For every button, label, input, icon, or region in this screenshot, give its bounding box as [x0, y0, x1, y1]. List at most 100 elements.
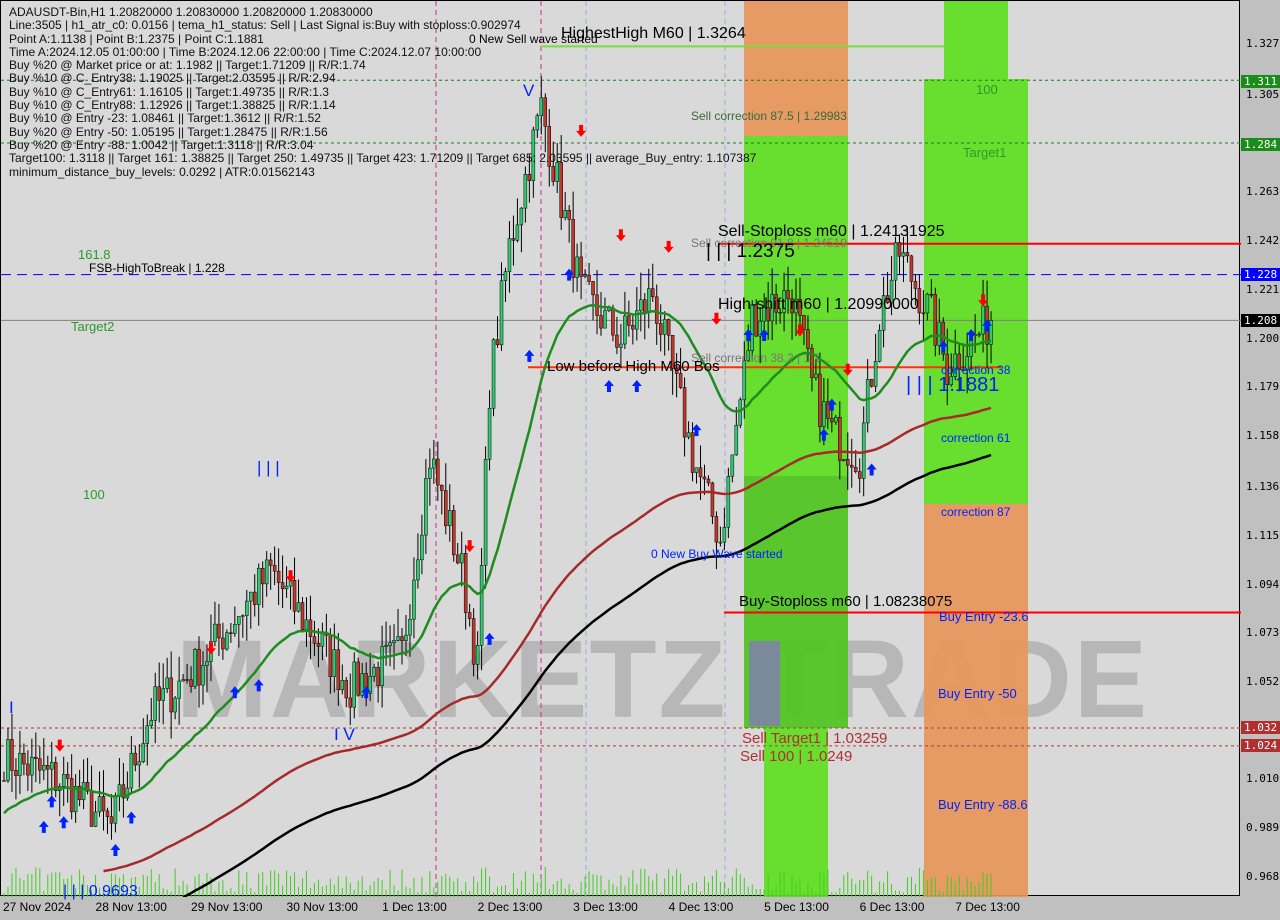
candle-body [479, 565, 484, 646]
candle-body [611, 307, 615, 336]
buy-entry-886-label: Buy Entry -88.6 [938, 797, 1028, 812]
buy-arrow-icon [110, 844, 121, 857]
candle-body [730, 454, 735, 477]
candle-body [416, 559, 420, 581]
candle-body [245, 600, 249, 616]
price-tick-label: 1.305 [1246, 88, 1280, 102]
candle-body [352, 661, 356, 708]
candle-body [81, 782, 86, 801]
price-tick-label: 1.073 [1246, 626, 1280, 640]
correction-38-label: correction 38 [941, 363, 1011, 377]
candle-body [599, 315, 603, 329]
date-tick-label: 30 Nov 13:00 [286, 900, 358, 914]
sell-arrow-icon [711, 312, 722, 325]
price-marker-label: 1.311 [1241, 75, 1280, 89]
price-tick-label: 1.200 [1246, 331, 1280, 345]
candle-body [623, 315, 627, 345]
candle-body [905, 252, 910, 257]
candle-body [34, 756, 38, 759]
wave-iv-label: I V [334, 725, 355, 744]
candle-body [22, 752, 26, 765]
chart-plot-area[interactable]: MARKETZ TRADE ADAUSDT-Bin,H1 1.20820000 … [0, 0, 1241, 900]
info-line: minimum_distance_buy_levels: 0.0292 | AT… [9, 164, 315, 179]
candle-body [260, 567, 265, 585]
candle-body [424, 478, 428, 536]
candle-body [252, 591, 257, 605]
candle-body [93, 811, 98, 827]
date-tick-label: 6 Dec 13:00 [859, 900, 925, 914]
candle-body [662, 319, 667, 335]
buy-stoploss-label: Buy-Stoploss m60 | 1.08238075 [739, 593, 953, 610]
candle-body [849, 464, 854, 468]
candle-body [523, 174, 528, 209]
candle-body [726, 476, 731, 528]
candle-body [654, 296, 659, 324]
wave-iii-label: | | | [257, 458, 280, 477]
candle-body [579, 256, 583, 277]
candle-body [444, 490, 448, 527]
candle-body [113, 795, 118, 824]
candle-body [181, 679, 185, 682]
candle-body [408, 618, 412, 636]
candle-body [101, 796, 106, 812]
candle-body [197, 649, 201, 686]
correction-87-label: correction 87 [941, 505, 1011, 519]
left-100-label: 100 [83, 487, 105, 502]
price-tick-label: 1.094 [1246, 577, 1280, 591]
candle-body [173, 697, 177, 713]
candle-body [189, 679, 193, 687]
sell-arrow-icon [663, 240, 674, 253]
price-tick-label: 0.968 [1246, 869, 1280, 883]
wave-v-label: V [523, 81, 535, 100]
candle-body [376, 667, 380, 686]
target1-label: Target1 [963, 145, 1007, 160]
candle-body [328, 635, 333, 677]
candle-body [97, 796, 102, 813]
candle-body [682, 387, 687, 438]
candle-body [10, 739, 14, 771]
info-line: Buy %20 @ Entry -50: 1.05195 || Target:1… [9, 124, 328, 139]
candle-body [738, 399, 743, 426]
buy-arrow-icon [631, 380, 642, 393]
symbol-header: ADAUSDT-Bin,H1 1.20820000 1.20830000 1.2… [9, 5, 373, 19]
candle-body [818, 373, 822, 427]
zone-100-label: 100 [976, 82, 998, 97]
candle-body [869, 379, 874, 387]
candle-body [6, 739, 10, 781]
candle-body [396, 636, 400, 641]
candle-body [348, 697, 353, 708]
candle-body [507, 238, 512, 272]
candle-body [491, 339, 496, 409]
buy-arrow-icon [484, 632, 495, 645]
candle-body [436, 458, 440, 486]
sell-correction-875-label: Sell correction 87.5 | 1.29983 [691, 109, 847, 123]
candle-body [925, 293, 930, 314]
candle-body [929, 293, 934, 296]
buy-arrow-icon [38, 820, 49, 833]
candle-body [897, 242, 902, 257]
sell-target1-label: Sell Target1 | 1.03259 [742, 730, 888, 747]
candle-body [615, 334, 619, 348]
candle-body [372, 667, 376, 677]
candle-body [14, 770, 18, 776]
point-c-label: | | | 1.1881 [906, 374, 1000, 396]
candle-body [627, 315, 631, 326]
candle-body [515, 224, 520, 241]
date-tick-label: 2 Dec 13:00 [477, 900, 543, 914]
candle-body [710, 482, 715, 517]
candle-body [499, 280, 504, 346]
candle-body [467, 612, 472, 619]
candle-body [105, 810, 110, 817]
candle-body [18, 752, 22, 776]
new-buy-wave-label: 0 New Buy Wave started [651, 547, 783, 561]
candle-body [909, 255, 914, 282]
candle-body [249, 591, 253, 602]
candle-body [619, 343, 623, 348]
candle-body [268, 559, 273, 566]
candle-body [686, 432, 691, 438]
candle-body [567, 210, 571, 220]
candle-body [26, 763, 30, 776]
candle-body [734, 424, 739, 456]
candle-body [256, 567, 261, 605]
candle-body [702, 476, 707, 480]
